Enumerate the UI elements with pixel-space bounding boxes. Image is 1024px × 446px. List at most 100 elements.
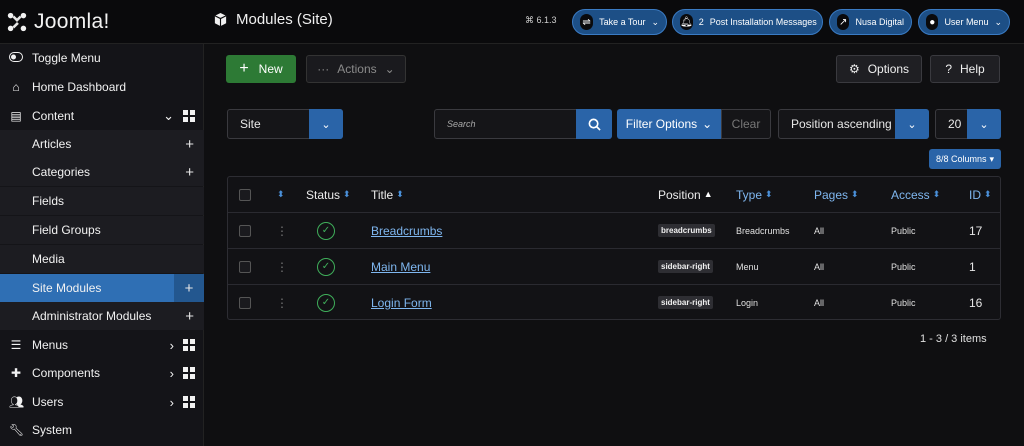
sort-icon: ⬍	[396, 189, 404, 199]
column-title[interactable]: Title ⬍	[371, 177, 404, 212]
module-title-link[interactable]: Breadcrumbs	[371, 224, 442, 238]
sidebar-item-field-groups[interactable]: Field Groups	[0, 216, 204, 244]
clear-button[interactable]: Clear	[721, 109, 771, 139]
dashboard-grid-icon[interactable]	[183, 367, 195, 379]
chevron-right-icon[interactable]: ›	[170, 338, 174, 353]
chevron-down-icon[interactable]: ⌄	[309, 109, 343, 139]
module-type: Login	[736, 297, 759, 308]
drag-handle-icon[interactable]: ⋮	[276, 260, 288, 274]
row-checkbox[interactable]	[239, 296, 251, 309]
add-icon[interactable]: +	[185, 136, 194, 153]
module-title-link[interactable]: Main Menu	[371, 260, 430, 274]
sidebar-item-home-dashboard[interactable]: ⌂ Home Dashboard	[0, 73, 204, 101]
sidebar-item-label: Toggle Menu	[32, 51, 101, 65]
sidebar-item-system[interactable]: 🔧︎ System	[0, 416, 204, 444]
options-label: Options	[867, 62, 910, 76]
dashboard-grid-icon[interactable]	[183, 339, 195, 351]
joomla-logo[interactable]: Joomla!	[6, 8, 110, 36]
columns-toggle-button[interactable]: 8/8 Columns ▾	[929, 149, 1001, 169]
sidebar-item-content[interactable]: ▤ Content ⌄	[0, 102, 204, 130]
version-label: ⌘ 6.1.3	[525, 15, 557, 25]
column-position-label: Position	[658, 187, 701, 202]
pagination-summary: 1 - 3 / 3 items	[920, 333, 987, 345]
ellipsis-icon: ···	[317, 62, 330, 76]
filter-options-button[interactable]: Filter Options ⌄	[617, 109, 721, 139]
take-a-tour-button[interactable]: ⇌ Take a Tour ⌄	[572, 9, 667, 35]
sidebar-item-fields[interactable]: Fields	[0, 187, 204, 215]
cube-icon	[214, 12, 227, 27]
column-pages[interactable]: Pages ⬍	[814, 177, 859, 212]
page-title: Modules (Site)	[213, 11, 333, 28]
nusa-digital-button[interactable]: ↗ Nusa Digital	[829, 9, 912, 35]
caret-down-icon: ▾	[989, 153, 995, 164]
toggle-icon	[9, 51, 23, 65]
sort-ascending-icon: ▲	[703, 189, 713, 199]
add-icon[interactable]: +	[174, 274, 204, 302]
chevron-down-icon: ⌄	[994, 16, 1002, 27]
column-access[interactable]: Access ⬍	[891, 177, 940, 212]
published-check-icon[interactable]: ✓	[317, 257, 335, 276]
search-placeholder: Search	[447, 119, 476, 129]
sort-ordering-icon[interactable]: ⬍	[277, 190, 285, 199]
actions-label: Actions	[337, 62, 377, 76]
chevron-right-icon[interactable]: ›	[170, 395, 174, 410]
published-check-icon[interactable]: ✓	[317, 221, 335, 240]
options-button[interactable]: ⚙ Options	[836, 55, 922, 83]
new-button[interactable]: + New	[226, 55, 296, 83]
table-row: ⋮ ✓ Login Form sidebar-right Login All P…	[228, 285, 1000, 321]
select-all-checkbox[interactable]	[239, 188, 251, 201]
row-checkbox[interactable]	[239, 224, 251, 237]
sidebar-item-label: Site Modules	[32, 281, 102, 295]
take-a-tour-label: Take a Tour	[599, 17, 646, 27]
post-installation-messages-button[interactable]: 🔔︎ 2 Post Installation Messages	[672, 9, 823, 35]
column-status-label: Status	[306, 187, 341, 202]
chevron-down-icon[interactable]: ⌄	[163, 108, 174, 124]
sidebar-item-users[interactable]: 👥︎ Users ›	[0, 388, 204, 416]
joomla-logo-icon	[7, 12, 27, 32]
sidebar-item-menus[interactable]: ☰ Menus ›	[0, 331, 204, 359]
actions-button[interactable]: ··· Actions ⌄	[306, 55, 406, 83]
ordering-select[interactable]: Position ascending ⌄	[778, 109, 929, 139]
client-select-value: Site	[240, 117, 261, 131]
nusa-digital-label: Nusa Digital	[855, 17, 904, 27]
home-icon: ⌂	[12, 80, 20, 94]
chevron-right-icon[interactable]: ›	[170, 366, 174, 381]
module-title-link[interactable]: Login Form	[371, 296, 432, 310]
row-checkbox[interactable]	[239, 260, 251, 273]
column-status[interactable]: Status ⬍	[306, 177, 351, 212]
client-select[interactable]: Site ⌄	[227, 109, 343, 139]
dashboard-grid-icon[interactable]	[183, 110, 195, 122]
drag-handle-icon[interactable]: ⋮	[276, 296, 288, 310]
user-menu-label: User Menu	[944, 17, 989, 27]
add-icon[interactable]: +	[185, 308, 194, 325]
add-icon[interactable]: +	[185, 164, 194, 181]
sidebar-item-site-modules[interactable]: Site Modules +	[0, 274, 204, 302]
module-id: 16	[969, 295, 983, 310]
help-button[interactable]: ? Help	[930, 55, 1000, 83]
column-type[interactable]: Type ⬍	[736, 177, 773, 212]
signpost-icon: ⇌	[580, 14, 594, 30]
column-title-label: Title	[371, 187, 394, 202]
limit-select[interactable]: 20 ⌄	[935, 109, 1001, 139]
drag-handle-icon[interactable]: ⋮	[276, 224, 288, 238]
sidebar-item-categories[interactable]: Categories +	[0, 158, 204, 186]
sidebar-item-label: Fields	[32, 194, 65, 208]
sort-icon: ⬍	[932, 189, 941, 199]
sidebar-item-toggle-menu[interactable]: Toggle Menu	[0, 44, 204, 72]
sidebar-item-components[interactable]: ✚ Components ›	[0, 359, 204, 387]
search-button[interactable]	[576, 109, 612, 139]
position-badge: sidebar-right	[658, 296, 713, 309]
chevron-down-icon[interactable]: ⌄	[967, 109, 1001, 139]
sidebar-item-articles[interactable]: Articles +	[0, 130, 204, 158]
dashboard-grid-icon[interactable]	[183, 396, 195, 408]
user-menu-button[interactable]: ● User Menu ⌄	[918, 9, 1010, 35]
module-access: Public	[891, 261, 916, 272]
column-position[interactable]: Position ▲	[658, 177, 713, 212]
chevron-down-icon[interactable]: ⌄	[895, 109, 929, 139]
sidebar-item-media[interactable]: Media	[0, 245, 204, 273]
sidebar-item-administrator-modules[interactable]: Administrator Modules +	[0, 302, 204, 330]
column-id[interactable]: ID ⬍	[969, 177, 992, 212]
sidebar-item-label: Articles	[32, 137, 72, 151]
search-input[interactable]: Search	[434, 109, 612, 139]
published-check-icon[interactable]: ✓	[317, 293, 335, 312]
